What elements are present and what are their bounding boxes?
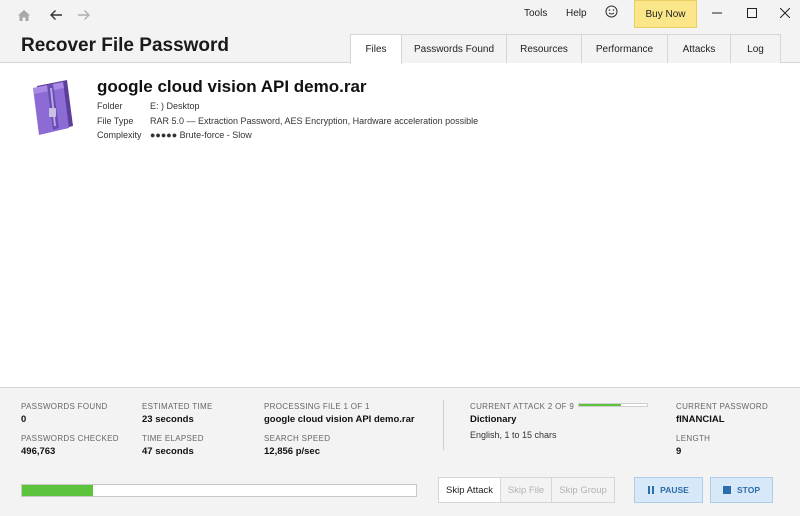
complexity-label: Complexity bbox=[97, 130, 142, 140]
menu-help[interactable]: Help bbox=[566, 8, 587, 19]
overall-progress-fill bbox=[22, 485, 93, 496]
minimize-icon[interactable] bbox=[705, 4, 729, 24]
tab-files[interactable]: Files bbox=[350, 34, 402, 64]
passwords-checked-label: PASSWORDS CHECKED bbox=[21, 434, 119, 443]
attack-progress-bar bbox=[578, 403, 648, 407]
current-attack-label: CURRENT ATTACK 2 OF 9 bbox=[470, 402, 575, 411]
status-panel: PASSWORDS FOUND 0 PASSWORDS CHECKED 496,… bbox=[0, 387, 800, 516]
overall-progress-bar bbox=[21, 484, 417, 497]
search-speed-value: 12,856 p/sec bbox=[264, 446, 320, 457]
estimated-time-value: 23 seconds bbox=[142, 414, 194, 425]
passwords-found-value: 0 bbox=[21, 414, 27, 425]
pause-label: PAUSE bbox=[660, 485, 689, 495]
current-attack-detail: English, 1 to 15 chars bbox=[470, 430, 557, 440]
folder-label: Folder bbox=[97, 101, 123, 111]
skip-attack-button[interactable]: Skip Attack bbox=[438, 477, 501, 503]
file-name: google cloud vision API demo.rar bbox=[97, 77, 367, 96]
page-title: Recover File Password bbox=[21, 35, 230, 56]
tab-resources[interactable]: Resources bbox=[507, 34, 582, 63]
attack-progress-fill bbox=[579, 404, 622, 406]
estimated-time-label: ESTIMATED TIME bbox=[142, 402, 213, 411]
pause-icon bbox=[648, 486, 655, 494]
tab-attacks[interactable]: Attacks bbox=[668, 34, 731, 63]
page-header: Recover File Password Files Passwords Fo… bbox=[0, 30, 800, 64]
stats-divider bbox=[443, 400, 444, 450]
menu-tools[interactable]: Tools bbox=[524, 8, 547, 19]
skip-file-button[interactable]: Skip File bbox=[500, 477, 552, 503]
length-value: 9 bbox=[676, 446, 682, 457]
skip-group-button[interactable]: Skip Group bbox=[551, 477, 615, 503]
time-elapsed-label: TIME ELAPSED bbox=[142, 434, 204, 443]
rar-archive-icon bbox=[29, 78, 79, 136]
home-icon[interactable] bbox=[13, 5, 35, 25]
current-password-label: CURRENT PASSWORD bbox=[676, 402, 769, 411]
tab-passwords-found[interactable]: Passwords Found bbox=[402, 34, 507, 63]
tab-log[interactable]: Log bbox=[731, 34, 781, 63]
tab-performance[interactable]: Performance bbox=[582, 34, 668, 63]
arrow-left-icon[interactable] bbox=[45, 5, 67, 25]
folder-value: E: ) Desktop bbox=[150, 101, 200, 111]
maximize-icon[interactable] bbox=[740, 4, 764, 24]
close-icon[interactable] bbox=[773, 4, 797, 24]
file-type-value: RAR 5.0 — Extraction Password, AES Encry… bbox=[150, 116, 479, 126]
stop-button[interactable]: STOP bbox=[710, 477, 773, 503]
passwords-checked-value: 496,763 bbox=[21, 446, 56, 457]
stop-label: STOP bbox=[737, 485, 760, 495]
title-bar: Tools Help Buy Now bbox=[0, 0, 800, 30]
search-speed-label: SEARCH SPEED bbox=[264, 434, 331, 443]
current-password-value: fINANCIAL bbox=[676, 414, 725, 425]
file-type-label: File Type bbox=[97, 116, 134, 126]
processing-file-value: google cloud vision API demo.rar bbox=[264, 414, 415, 425]
smiley-icon[interactable] bbox=[603, 5, 619, 21]
time-elapsed-value: 47 seconds bbox=[142, 446, 194, 457]
pause-button[interactable]: PAUSE bbox=[634, 477, 703, 503]
complexity-value: ●●●●● Brute-force - Slow bbox=[150, 130, 252, 140]
buy-now-button[interactable]: Buy Now bbox=[634, 0, 697, 28]
processing-file-label: PROCESSING FILE 1 OF 1 bbox=[264, 402, 370, 411]
arrow-right-icon[interactable] bbox=[73, 5, 95, 25]
tab-bar: Files Passwords Found Resources Performa… bbox=[350, 34, 781, 64]
passwords-found-label: PASSWORDS FOUND bbox=[21, 402, 108, 411]
current-attack-value: Dictionary bbox=[470, 414, 517, 425]
length-label: LENGTH bbox=[676, 434, 711, 443]
stop-icon bbox=[723, 486, 731, 494]
